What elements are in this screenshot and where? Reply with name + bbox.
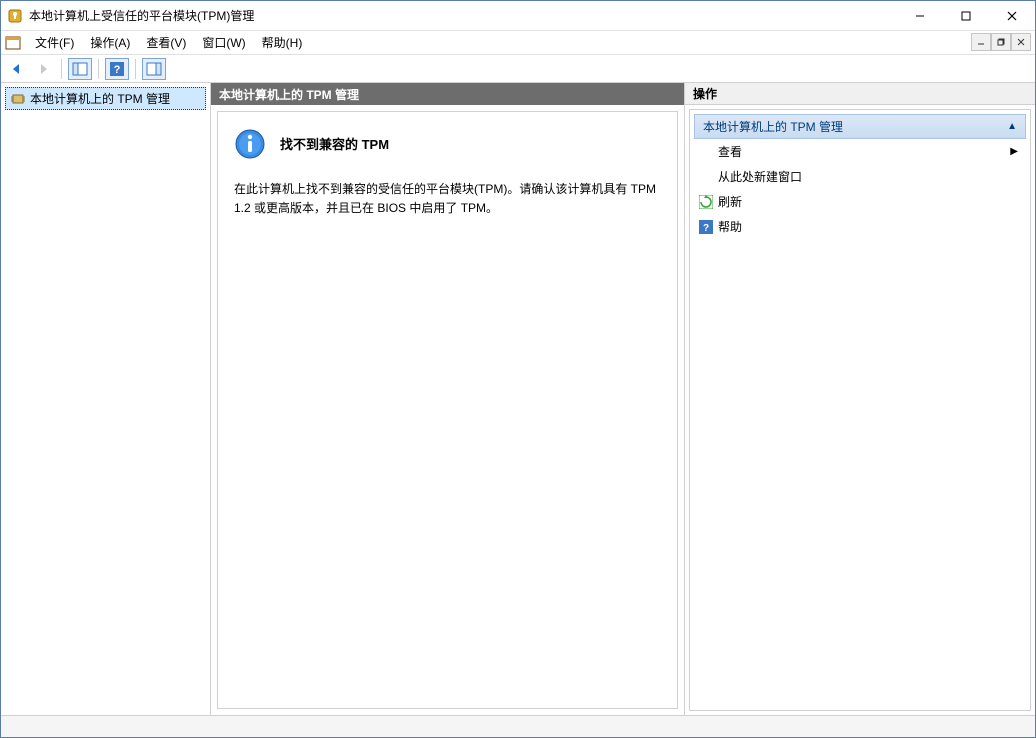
show-hide-action-pane-button[interactable]	[142, 58, 166, 80]
svg-text:?: ?	[114, 64, 121, 76]
svg-text:?: ?	[703, 223, 709, 234]
minimize-button[interactable]	[897, 1, 943, 30]
actions-section-header[interactable]: 本地计算机上的 TPM 管理 ▲	[694, 114, 1026, 139]
window-title: 本地计算机上受信任的平台模块(TPM)管理	[29, 7, 897, 24]
center-header: 本地计算机上的 TPM 管理	[211, 83, 684, 105]
action-label: 查看	[718, 143, 742, 160]
main-area: 本地计算机上的 TPM 管理 本地计算机上的 TPM 管理 找不到兼容的 TPM…	[1, 83, 1035, 715]
help-button[interactable]: ?	[105, 58, 129, 80]
menu-bar: 文件(F) 操作(A) 查看(V) 窗口(W) 帮助(H)	[1, 31, 1035, 55]
message-row: 找不到兼容的 TPM	[234, 128, 661, 160]
menu-view[interactable]: 查看(V)	[138, 33, 194, 53]
maximize-button[interactable]	[943, 1, 989, 30]
close-button[interactable]	[989, 1, 1035, 30]
toolbar-separator	[61, 59, 62, 79]
mdi-controls	[971, 33, 1031, 51]
tree-item-tpm-management[interactable]: 本地计算机上的 TPM 管理	[5, 87, 206, 110]
refresh-icon	[698, 194, 714, 210]
action-label: 刷新	[718, 193, 742, 210]
app-icon	[7, 8, 23, 24]
menu-file[interactable]: 文件(F)	[27, 33, 82, 53]
mdi-minimize-button[interactable]	[971, 33, 991, 51]
mdi-close-button[interactable]	[1011, 33, 1031, 51]
console-icon	[5, 35, 21, 51]
action-view[interactable]: 查看 ▶	[694, 139, 1026, 164]
actions-header: 操作	[685, 83, 1035, 105]
menu-action[interactable]: 操作(A)	[82, 33, 138, 53]
info-icon	[234, 128, 266, 160]
action-help[interactable]: ? 帮助	[694, 214, 1026, 239]
actions-section-title: 本地计算机上的 TPM 管理	[703, 118, 843, 135]
back-button[interactable]	[5, 58, 29, 80]
title-bar: 本地计算机上受信任的平台模块(TPM)管理	[1, 1, 1035, 31]
chevron-right-icon: ▶	[1010, 146, 1018, 157]
status-bar	[1, 715, 1035, 737]
window-controls	[897, 1, 1035, 30]
action-label: 帮助	[718, 218, 742, 235]
collapse-icon: ▲	[1007, 121, 1017, 132]
message-body: 在此计算机上找不到兼容的受信任的平台模块(TPM)。请确认该计算机具有 TPM …	[234, 180, 661, 218]
message-title: 找不到兼容的 TPM	[280, 128, 389, 153]
actions-body: 本地计算机上的 TPM 管理 ▲ 查看 ▶ 从此处新建窗口 刷新 ? 帮助	[689, 109, 1031, 711]
actions-pane: 操作 本地计算机上的 TPM 管理 ▲ 查看 ▶ 从此处新建窗口 刷新	[685, 83, 1035, 715]
toolbar-separator	[135, 59, 136, 79]
tree-pane: 本地计算机上的 TPM 管理	[1, 83, 211, 715]
toolbar-separator	[98, 59, 99, 79]
help-icon: ?	[698, 219, 714, 235]
action-refresh[interactable]: 刷新	[694, 189, 1026, 214]
mdi-restore-button[interactable]	[991, 33, 1011, 51]
tree-item-label: 本地计算机上的 TPM 管理	[30, 90, 170, 107]
menu-window[interactable]: 窗口(W)	[194, 33, 253, 53]
toolbar: ?	[1, 55, 1035, 83]
center-body: 找不到兼容的 TPM 在此计算机上找不到兼容的受信任的平台模块(TPM)。请确认…	[217, 111, 678, 709]
menu-help[interactable]: 帮助(H)	[254, 33, 311, 53]
center-pane: 本地计算机上的 TPM 管理 找不到兼容的 TPM 在此计算机上找不到兼容的受信…	[211, 83, 685, 715]
forward-button[interactable]	[31, 58, 55, 80]
tpm-chip-icon	[10, 91, 26, 107]
action-label: 从此处新建窗口	[718, 168, 802, 185]
action-new-window[interactable]: 从此处新建窗口	[694, 164, 1026, 189]
show-hide-tree-button[interactable]	[68, 58, 92, 80]
